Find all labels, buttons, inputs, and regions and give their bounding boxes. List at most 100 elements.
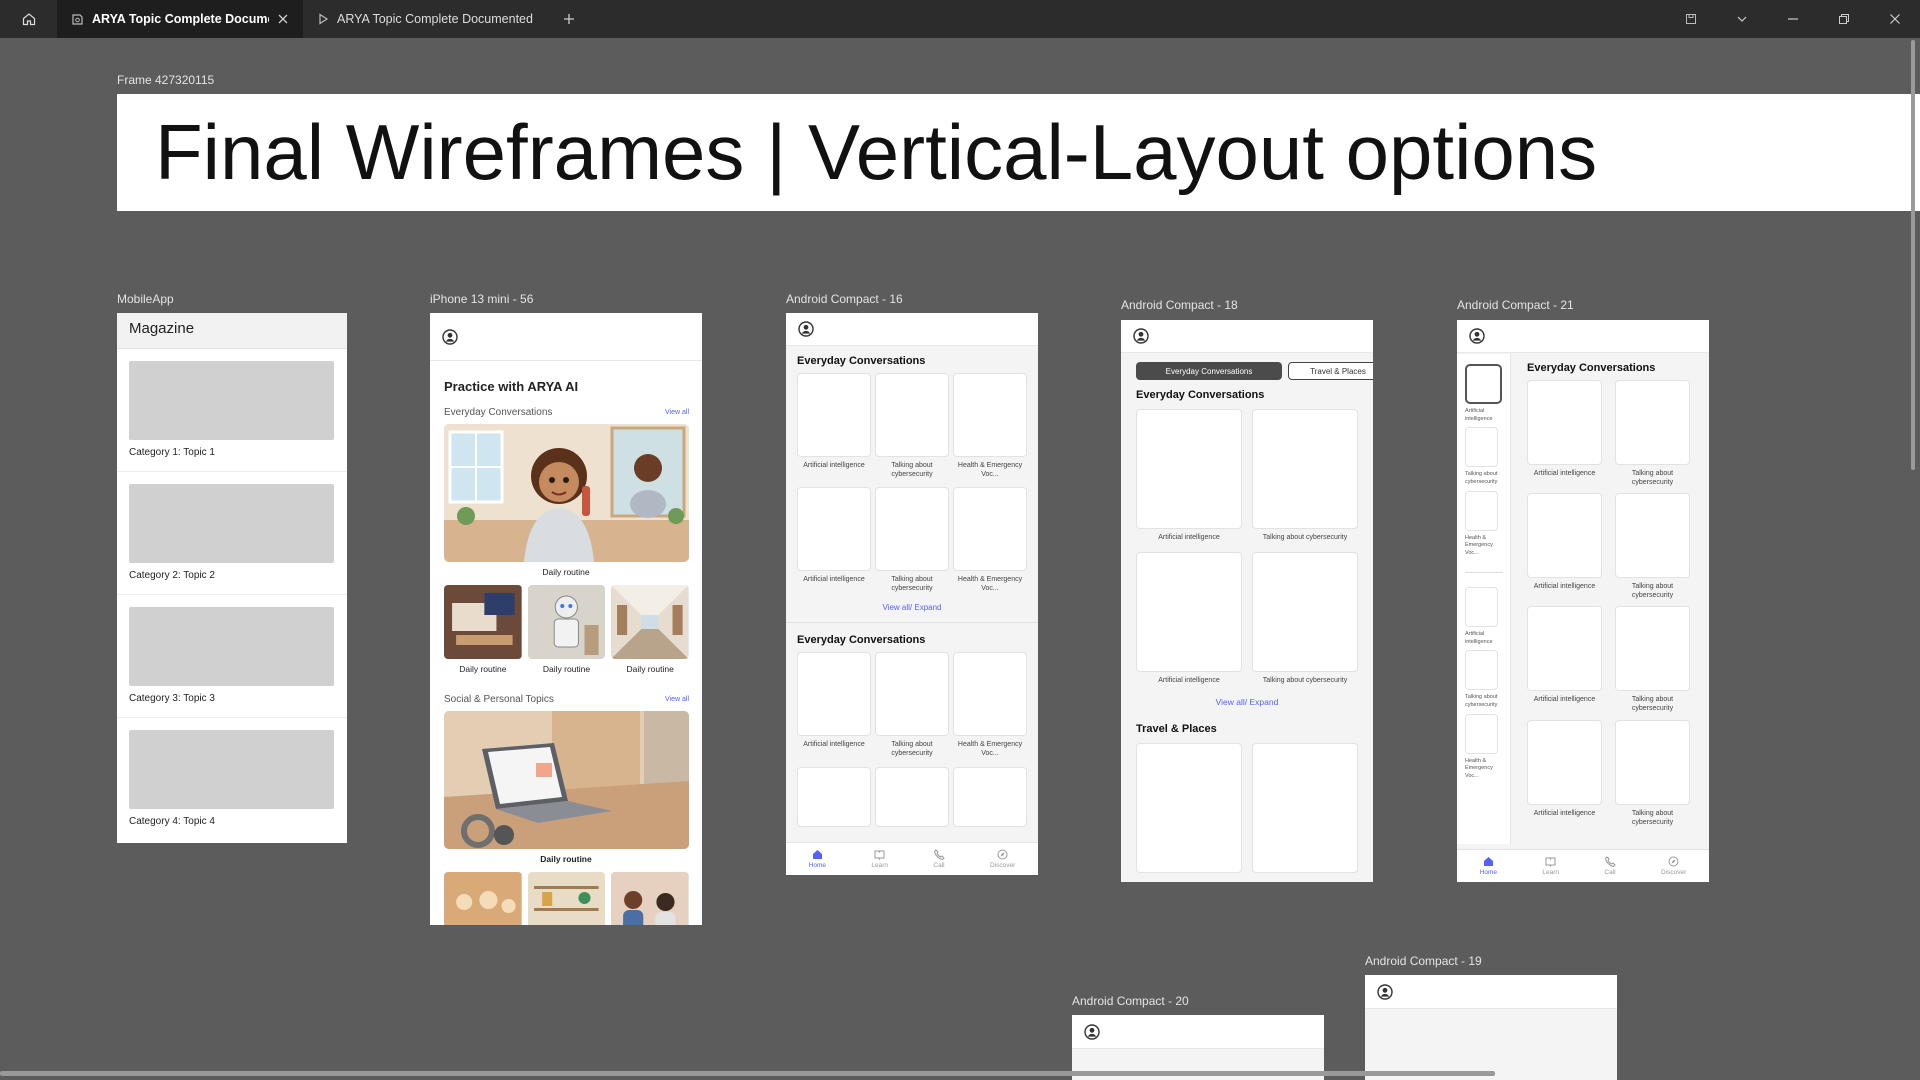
topic-card[interactable]: Artificial intelligence — [1136, 552, 1242, 685]
thumbnail-card[interactable]: Daily routine — [611, 585, 690, 674]
title-frame[interactable]: Final Wireframes | Vertical-Layout optio… — [117, 94, 1920, 211]
nav-discover[interactable]: Discover — [1661, 856, 1686, 876]
topic-card[interactable]: Talking about cybersecurity — [875, 487, 949, 593]
nav-call[interactable]: Call — [1604, 856, 1616, 876]
thumbnail-card[interactable] — [444, 872, 522, 925]
frame-label[interactable]: iPhone 13 mini - 56 — [430, 292, 533, 306]
topic-card[interactable]: Talking about cybersecurity — [1615, 606, 1690, 713]
topic-card[interactable]: Talking about cybersecurity — [875, 652, 949, 758]
topic-card[interactable]: Artificial intelligence — [797, 373, 871, 479]
frame-label[interactable]: MobileApp — [117, 292, 174, 306]
list-item[interactable]: Category 1: Topic 1 — [117, 349, 347, 472]
topic-card[interactable]: Talking about cybersecurity — [1252, 409, 1358, 542]
topic-card[interactable]: Artificial intelligence — [1136, 409, 1242, 542]
frame-label[interactable]: Android Compact - 21 — [1457, 298, 1574, 312]
user-icon[interactable] — [1469, 328, 1485, 344]
home-button[interactable] — [0, 0, 57, 38]
android-compact-19-frame[interactable] — [1365, 975, 1617, 1080]
nav-label: Learn — [871, 862, 889, 869]
android-compact-18-frame[interactable]: Everyday Conversations Travel & Places E… — [1121, 320, 1373, 882]
vertical-scrollbar[interactable] — [1911, 40, 1915, 470]
topic-card[interactable]: Artificial intelligence — [1527, 606, 1602, 713]
close-window-button[interactable] — [1869, 0, 1920, 38]
android-compact-21-frame[interactable]: Artificial intelligence Talking about cy… — [1457, 320, 1709, 882]
topic-card[interactable]: Health & Emergency Voc... — [953, 373, 1027, 479]
topic-card[interactable] — [1252, 743, 1358, 874]
featured-image[interactable] — [444, 711, 689, 849]
compass-icon — [997, 849, 1008, 860]
android-compact-16-frame[interactable]: Everyday Conversations Artificial intell… — [786, 313, 1038, 875]
topic-card[interactable]: Artificial intelligence — [1527, 493, 1602, 600]
new-tab-button[interactable] — [549, 0, 589, 38]
restore-button[interactable] — [1818, 0, 1869, 38]
card-placeholder — [1136, 409, 1242, 529]
thumbnail-card[interactable]: Daily routine — [527, 585, 606, 674]
nav-home[interactable]: Home — [1480, 856, 1497, 876]
topic-card[interactable]: Artificial intelligence — [1527, 380, 1602, 487]
topic-card[interactable]: Health & Emergency Voc... — [953, 487, 1027, 593]
expand-link[interactable]: View all/ Expand — [786, 603, 1038, 612]
tab-prototype[interactable]: ARYA Topic Complete Documented Fl — [303, 0, 549, 38]
iphone-frame[interactable]: Practice with ARYA AI Everyday Conversat… — [430, 313, 702, 925]
thumbnail-card[interactable] — [527, 872, 606, 925]
topic-card[interactable]: Talking about cybersecurity — [1615, 493, 1690, 600]
tab-document[interactable]: ARYA Topic Complete Document — [57, 0, 303, 38]
frame-label[interactable]: Frame 427320115 — [117, 73, 214, 87]
nav-home[interactable]: Home — [809, 849, 826, 869]
user-icon[interactable] — [1377, 983, 1393, 1000]
user-icon[interactable] — [1133, 328, 1149, 344]
user-icon[interactable] — [442, 328, 458, 345]
card-placeholder — [1136, 552, 1242, 673]
topic-card[interactable] — [797, 766, 871, 827]
list-item[interactable]: Category 2: Topic 2 — [117, 472, 347, 595]
frame-label[interactable]: Android Compact - 20 — [1072, 994, 1189, 1008]
nav-learn[interactable]: Learn — [871, 849, 888, 869]
view-all-link[interactable]: View all — [665, 696, 689, 703]
horizontal-scrollbar[interactable] — [0, 1071, 1495, 1076]
topic-card[interactable] — [953, 766, 1027, 827]
rail-item[interactable]: Talking about cybersecurity — [1465, 650, 1510, 709]
topic-card[interactable]: Talking about cybersecurity — [1252, 552, 1358, 685]
frame-label[interactable]: Android Compact - 16 — [786, 292, 903, 306]
topic-card[interactable]: Health & Emergency Voc... — [953, 652, 1027, 758]
featured-image[interactable] — [444, 424, 689, 562]
rail-placeholder — [1465, 490, 1498, 531]
close-icon[interactable] — [277, 13, 289, 25]
save-button[interactable] — [1665, 0, 1716, 38]
topic-card[interactable]: Artificial intelligence — [1527, 719, 1602, 827]
frame-label[interactable]: Android Compact - 19 — [1365, 954, 1482, 968]
rail-item[interactable]: Health & Emergency Voc... — [1465, 490, 1510, 558]
topic-card[interactable]: Talking about cybersecurity — [875, 373, 949, 479]
pill-everyday[interactable]: Everyday Conversations — [1136, 362, 1282, 380]
rail-item[interactable]: Talking about cybersecurity — [1465, 427, 1510, 486]
rail-item[interactable]: Artificial intelligence — [1465, 364, 1510, 423]
thumbnail-card[interactable] — [611, 872, 690, 925]
list-item[interactable]: Category 4: Topic 4 — [117, 718, 347, 841]
view-all-link[interactable]: View all — [665, 409, 689, 416]
nav-discover[interactable]: Discover — [990, 849, 1015, 869]
rail-item[interactable]: Artificial intelligence — [1465, 586, 1510, 646]
mobileapp-frame[interactable]: Magazine Category 1: Topic 1 Category 2:… — [117, 313, 347, 843]
topic-card[interactable]: Talking about cybersecurity — [1615, 380, 1690, 487]
user-icon[interactable] — [1084, 1023, 1100, 1040]
topic-card[interactable] — [1136, 743, 1242, 874]
topic-card[interactable] — [875, 766, 949, 827]
nav-call[interactable]: Call — [933, 849, 945, 869]
rail-label: Health & Emergency Voc... — [1465, 757, 1493, 779]
list-item[interactable]: Category 3: Topic 3 — [117, 595, 347, 718]
rail-item[interactable]: Health & Emergency Voc... — [1465, 713, 1510, 781]
topic-card[interactable]: Talking about cybersecurity — [1615, 719, 1690, 827]
thumbnail-caption: Daily routine — [626, 664, 674, 674]
frame-label[interactable]: Android Compact - 18 — [1121, 298, 1238, 312]
expand-link[interactable]: View all/ Expand — [1121, 697, 1373, 707]
user-icon[interactable] — [798, 321, 814, 337]
design-canvas[interactable]: Frame 427320115 Final Wireframes | Verti… — [0, 38, 1920, 1080]
minimize-button[interactable] — [1767, 0, 1818, 38]
topic-card[interactable]: Artificial intelligence — [797, 652, 871, 758]
nav-learn[interactable]: Learn — [1542, 856, 1559, 876]
dropdown-button[interactable] — [1716, 0, 1767, 38]
pill-travel[interactable]: Travel & Places — [1288, 362, 1373, 380]
thumbnail-card[interactable]: Daily routine — [444, 585, 522, 674]
topic-card[interactable]: Artificial intelligence — [797, 487, 871, 593]
screen-title: Practice with ARYA AI — [444, 379, 579, 394]
